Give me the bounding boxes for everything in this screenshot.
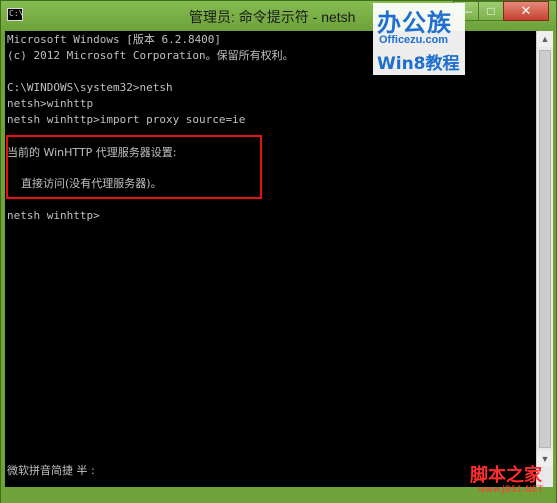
console-line-prompt: netsh winhttp> [7,209,100,222]
watermark-brand: 办公族 [377,9,452,37]
watermark-jb51: 脚本之家 www.JB51.NET [466,461,556,503]
scroll-up-icon[interactable]: ▲ [537,31,553,47]
scroll-thumb[interactable] [539,50,551,448]
ime-status: 微软拼音简捷 半 : [7,464,95,477]
maximize-icon: □ [487,4,495,18]
console-line-version: Microsoft Windows [版本 6.2.8400] [7,33,222,46]
watermark-brand-jb51: 脚本之家 [470,465,542,486]
console-line-netsh: C:\WINDOWS\system32>netsh [7,81,173,94]
watermark-url: Officezu.com [379,34,449,46]
console-icon[interactable]: C:\ [7,8,23,21]
window-controls: — □ ✕ [453,1,549,21]
vertical-scrollbar[interactable]: ▲ ▼ [536,31,553,487]
highlight-box [6,135,262,199]
window-title: 管理员: 命令提示符 - netsh [189,9,356,25]
close-button[interactable]: ✕ [503,1,549,21]
close-icon: ✕ [520,3,532,18]
watermark-url-jb51: www.JB51.NET [478,485,544,495]
command-prompt-window: C:\ 管理员: 命令提示符 - netsh — □ ✕ Microsoft W… [0,0,557,503]
title-bar[interactable]: C:\ 管理员: 命令提示符 - netsh — □ ✕ [1,1,556,30]
console-line-winhttp: netsh>winhttp [7,97,94,110]
console-line-import-proxy: netsh winhttp>import proxy source=ie [7,113,246,126]
watermark-officezu: 办公族 Officezu.com Win8教程 [373,3,465,75]
maximize-button[interactable]: □ [478,1,504,21]
console-line-copyright: (c) 2012 Microsoft Corporation。保留所有权利。 [7,49,294,62]
console-output[interactable]: Microsoft Windows [版本 6.2.8400] (c) 2012… [5,31,536,487]
watermark-subtitle: Win8教程 [377,54,460,74]
